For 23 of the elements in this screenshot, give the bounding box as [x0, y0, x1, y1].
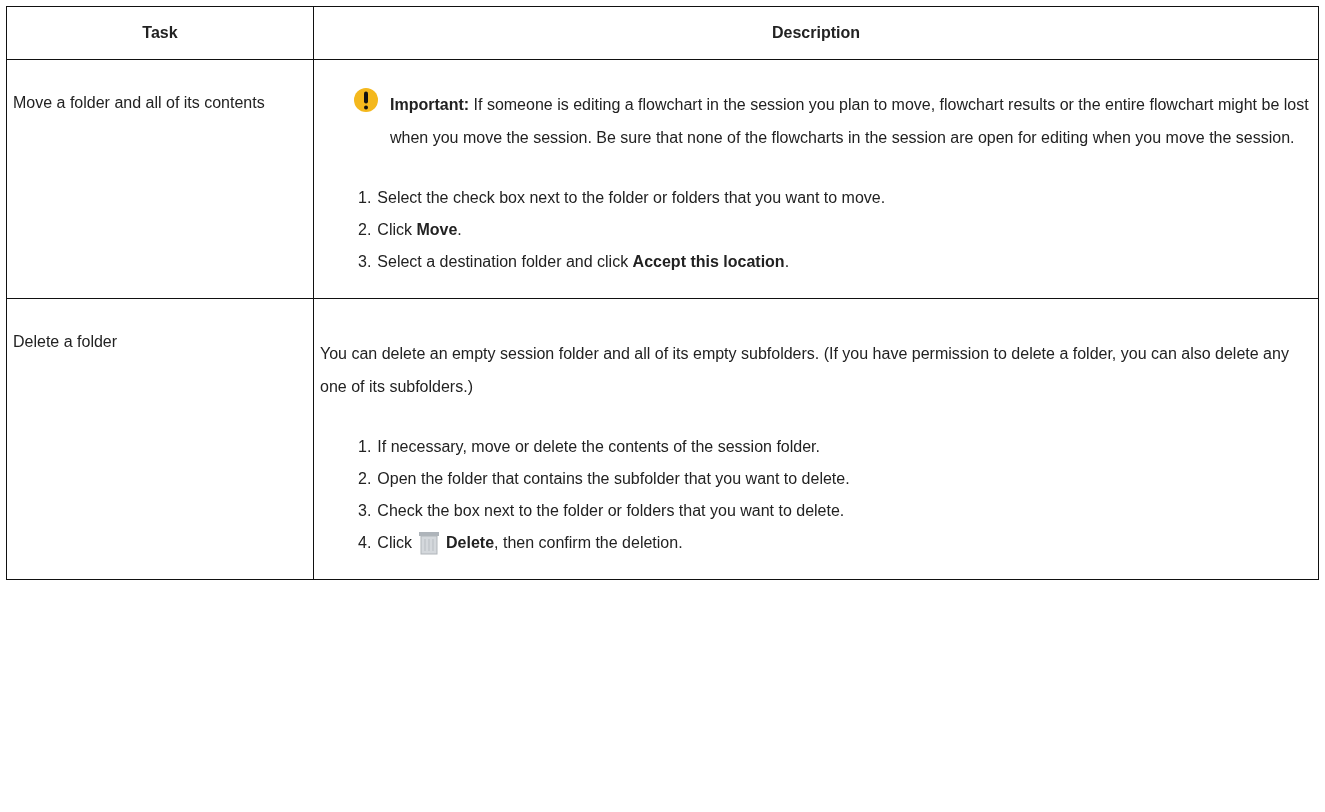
step-text-start: Click [377, 533, 412, 553]
step-number: 1. [358, 188, 372, 208]
step-number: 4. [358, 533, 372, 553]
step-number: 1. [358, 437, 372, 457]
step-text: Check the box next to the folder or folders that you want to delete. [377, 501, 845, 521]
step-number: 2. [358, 220, 372, 240]
step-number: 2. [358, 469, 372, 489]
trash-icon [418, 531, 440, 555]
step-text: Delete, then confirm the deletion. [446, 533, 683, 553]
step-number: 3. [358, 501, 372, 521]
column-header: Task [6, 6, 314, 60]
step-number: 3. [358, 252, 372, 272]
step-text: Open the folder that contains the subfolder that you want to delete. [377, 469, 850, 489]
step-text: If necessary, move or delete the contents of the session folder. [377, 437, 820, 457]
step-text: Select a destination folder and click Accept this location. [377, 252, 790, 272]
step-text: Click Move. [377, 220, 462, 240]
task-cell: Move a folder and all of its contents [6, 59, 314, 299]
note-text: Important: If someone is editing a flowchart in the session you plan to move, flowchart results or the entire flowchart might be lost when you move the session. Be sure that none of the flowcharts in the session are open for editing when you move the session. [390, 95, 1310, 148]
task-cell: Delete a folder [6, 298, 314, 580]
exclamation-icon [354, 88, 378, 112]
column-header: Description [313, 6, 1319, 60]
description-text: You can delete an empty session folder and all of its empty subfolders. (If you have permission to delete a folder, you can also delete any one of its subfolders.) [320, 344, 1290, 397]
step-text: Select the check box next to the folder or folders that you want to move. [377, 188, 886, 208]
